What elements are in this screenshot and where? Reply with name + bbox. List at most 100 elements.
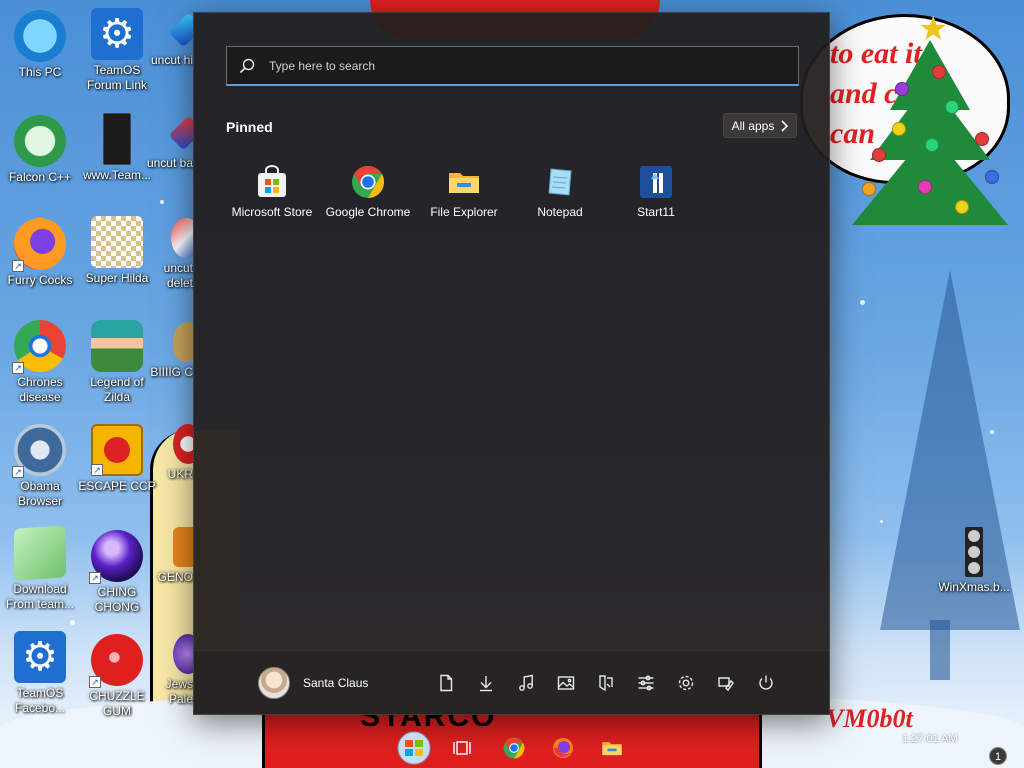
gear-icon: ⚙ — [14, 631, 66, 683]
desktop-icon-label: Obama Browser — [17, 479, 62, 508]
music-icon[interactable] — [506, 671, 546, 695]
start-menu: Pinned All apps Microsoft Store Google C… — [193, 12, 830, 715]
desktop-icon-ukr[interactable]: UKR — [143, 424, 193, 482]
desktop-icon-label: uncut ba — [146, 156, 193, 170]
desktop-icon-uncut-hi[interactable]: uncut hi — [143, 10, 193, 68]
network-icon[interactable] — [586, 671, 626, 695]
personalize-icon[interactable] — [706, 671, 746, 695]
red-circle-icon — [173, 424, 193, 464]
desktop-icon-label: Chrones disease — [17, 375, 63, 404]
desktop-icon-label: GENO — [157, 570, 193, 584]
desktop-icon-teamos-facebook[interactable]: ⚙ TeamOS Facebo... — [0, 631, 80, 716]
all-apps-label: All apps — [731, 118, 775, 133]
desktop-icon-label: Download From team... — [5, 582, 74, 611]
user-name: Santa Claus — [303, 676, 369, 690]
desktop-icon-label: uncut delet — [163, 261, 193, 290]
pinned-app-label: Notepad — [537, 205, 583, 219]
firefox-icon: ↗ — [12, 218, 66, 272]
folder-icon — [447, 165, 481, 199]
pinned-apps-grid: Microsoft Store Google Chrome File Explo… — [224, 161, 704, 219]
desktop-icon-obama-browser[interactable]: ↗ Obama Browser — [0, 424, 80, 509]
mahjong-icon: ↗ — [91, 424, 143, 476]
taskbar-file-explorer-button[interactable] — [594, 732, 630, 764]
power-icon[interactable] — [746, 671, 786, 695]
pinned-app-file-explorer[interactable]: File Explorer — [416, 161, 512, 219]
chevron-right-icon — [781, 119, 789, 132]
pixel-dog-icon — [91, 216, 143, 268]
pinned-app-start11[interactable]: Start11 — [608, 161, 704, 219]
file-explorer-icon — [602, 742, 622, 756]
user-account-button[interactable]: Santa Claus — [258, 667, 368, 699]
desktop-icon-label: This PC — [18, 65, 62, 79]
desktop-icon-label: Furry Cocks — [7, 273, 73, 287]
documents-icon[interactable] — [426, 671, 466, 695]
star-icon: ★ — [918, 10, 949, 48]
desktop-icon-falcon[interactable]: Falcon C++ — [0, 115, 80, 185]
search-icon — [239, 58, 255, 73]
desktop-icon-winxmas[interactable]: WinXmas.b... — [934, 527, 1014, 595]
notification-badge[interactable]: 1 — [989, 747, 1007, 765]
purple-orb-icon — [173, 634, 193, 674]
all-apps-button[interactable]: All apps — [723, 113, 797, 138]
pinned-app-microsoft-store[interactable]: Microsoft Store — [224, 161, 320, 219]
pinned-app-label: Microsoft Store — [231, 205, 313, 219]
firefox-icon — [553, 738, 573, 758]
pinned-app-google-chrome[interactable]: Google Chrome — [320, 161, 416, 219]
start-orb-icon — [397, 731, 431, 765]
gear-icon[interactable] — [666, 671, 706, 695]
task-view-button[interactable] — [444, 732, 480, 764]
chrome-icon — [351, 165, 385, 199]
footer-quick-links — [426, 671, 786, 695]
chrome-icon: ↗ — [12, 320, 66, 374]
document-icon — [103, 113, 131, 165]
task-view-icon — [453, 741, 471, 755]
chrome-icon — [503, 737, 525, 759]
desktop-icon-jews-pale[interactable]: Jews Pale — [143, 634, 193, 707]
start-menu-footer: Santa Claus — [194, 650, 829, 714]
start11-icon — [639, 165, 673, 199]
pinned-app-label: File Explorer — [430, 205, 498, 219]
gem-icon — [171, 218, 193, 258]
desktop-icon-biiig[interactable]: BIIIIG C — [143, 322, 193, 380]
desktop-icon-uncut-ba[interactable]: uncut ba — [143, 113, 193, 171]
start-search-box[interactable] — [226, 46, 799, 86]
pinned-app-label: Start11 — [637, 205, 675, 219]
desktop-icon-label: Jews Pale — [165, 677, 193, 706]
settings-sliders-icon[interactable] — [626, 671, 666, 695]
pictures-icon[interactable] — [546, 671, 586, 695]
christmas-tree-decoration: ★ — [850, 12, 1010, 240]
desktop-icon-uncut-delet[interactable]: uncut delet — [143, 218, 193, 291]
pinned-app-notepad[interactable]: Notepad — [512, 161, 608, 219]
recycle-icon — [14, 115, 66, 167]
pixel-hero-icon — [91, 320, 143, 372]
gem-icon — [168, 115, 193, 151]
desktop-icon-download[interactable]: Download From team... — [0, 525, 80, 612]
money-bag-icon — [173, 322, 193, 362]
taskbar-chrome-button[interactable] — [496, 732, 532, 764]
gem-icon — [168, 12, 193, 48]
desktop-icon-label: TeamOS Facebo... — [14, 686, 66, 715]
desktop-icon-label: Falcon C++ — [8, 170, 72, 184]
taskbar — [0, 728, 1024, 768]
taskbar-firefox-button[interactable] — [545, 732, 581, 764]
pinned-app-label: Google Chrome — [325, 205, 411, 219]
desktop-icon-furry[interactable]: ↗ Furry Cocks — [0, 218, 80, 288]
wallpaper-pine-trunk — [930, 620, 950, 680]
gear-icon: ↗ — [12, 424, 66, 478]
desktop-icon-geno[interactable]: GENO — [143, 527, 193, 585]
desktop-icon-label: WinXmas.b... — [938, 580, 1010, 594]
downloads-icon[interactable] — [466, 671, 506, 695]
notepad-icon — [543, 165, 577, 199]
monitor-icon — [14, 10, 66, 62]
taskbar-clock[interactable]: 1:27:01 AM — [902, 733, 958, 745]
chuzzle-icon: ↗ — [89, 634, 143, 688]
search-input[interactable] — [269, 58, 769, 73]
notepad-icon — [14, 525, 66, 581]
desktop-icon-this-pc[interactable]: This PC — [0, 10, 80, 80]
pinned-section-title: Pinned — [226, 119, 273, 135]
gear-icon: ⚙ — [91, 8, 143, 60]
avatar — [258, 667, 290, 699]
start-orb-button[interactable] — [394, 728, 434, 768]
store-icon — [255, 165, 289, 199]
desktop-icon-chrones[interactable]: ↗ Chrones disease — [0, 320, 80, 405]
